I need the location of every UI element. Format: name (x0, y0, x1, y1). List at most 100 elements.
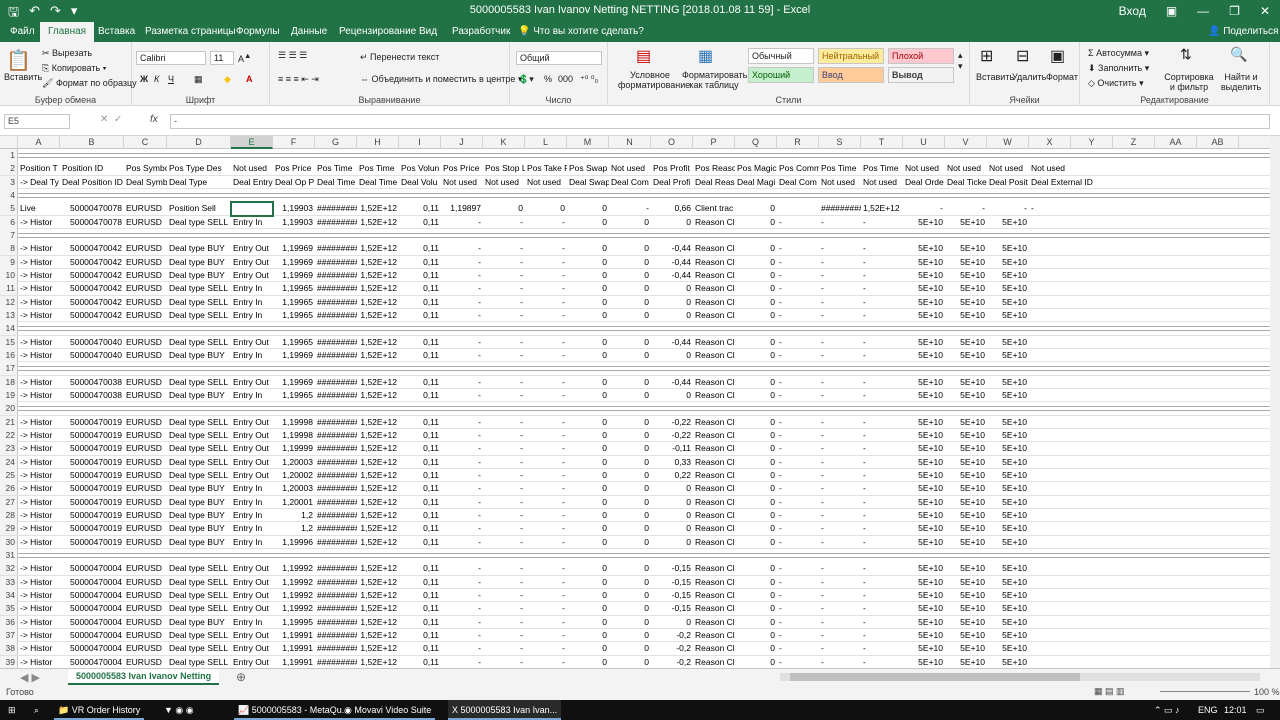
cell[interactable] (1155, 642, 1197, 655)
cell[interactable]: 1,52E+12 (357, 376, 399, 389)
cell[interactable] (1197, 282, 1239, 295)
zoom-level[interactable]: 100 % (1254, 687, 1280, 697)
cell[interactable]: 0 (651, 509, 693, 522)
cell[interactable]: 5E+10 (987, 469, 1029, 482)
conditional-format-button[interactable]: Условное форматирование (618, 70, 690, 90)
share-button[interactable]: 👤 Поделиться (1208, 26, 1278, 37)
cell[interactable]: Pos Type Des (167, 162, 231, 175)
cell[interactable]: Entry In (231, 282, 273, 295)
cell[interactable] (1155, 629, 1197, 642)
cell[interactable]: 5E+10 (945, 616, 987, 629)
cell[interactable]: 1,19998 (273, 416, 315, 429)
cell[interactable]: -0,44 (651, 269, 693, 282)
cell[interactable]: 0 (735, 269, 777, 282)
cell[interactable] (1197, 242, 1239, 255)
copy-button[interactable]: ⎘ Копировать ▾ (42, 63, 106, 74)
cell[interactable]: - (777, 469, 819, 482)
cell[interactable]: 5E+10 (987, 576, 1029, 589)
cell[interactable]: 0 (735, 429, 777, 442)
cell[interactable] (1071, 536, 1113, 549)
vertical-scrollbar[interactable] (1270, 136, 1280, 668)
cell[interactable]: 1,52E+12 (357, 296, 399, 309)
cell[interactable]: 5E+10 (903, 629, 945, 642)
cell[interactable]: 0 (567, 442, 609, 455)
cell[interactable]: ######### (315, 296, 357, 309)
cell[interactable] (1071, 576, 1113, 589)
cell[interactable] (1197, 442, 1239, 455)
cell[interactable]: 5E+10 (945, 282, 987, 295)
cell[interactable]: Not used (819, 176, 861, 189)
cell[interactable]: 5E+10 (945, 336, 987, 349)
tray-icons[interactable]: ⌃ ▭ ♪ (1150, 700, 1184, 720)
cell[interactable] (1113, 482, 1155, 495)
cell[interactable] (1113, 376, 1155, 389)
row-header[interactable]: 25 (0, 468, 18, 482)
cell[interactable]: 0 (483, 202, 525, 215)
cell[interactable]: Entry Out (231, 642, 273, 655)
row-header[interactable]: 8 (0, 242, 18, 256)
row-header[interactable]: 24 (0, 455, 18, 469)
cell[interactable]: EURUSD (124, 389, 167, 402)
cell[interactable]: Reason Cl (693, 629, 735, 642)
cell[interactable]: - (861, 296, 903, 309)
cell[interactable]: 5E+10 (987, 562, 1029, 575)
row-header[interactable]: 36 (0, 615, 18, 629)
cell[interactable]: - (441, 536, 483, 549)
cell[interactable]: 50000470040 (60, 349, 124, 362)
cell[interactable]: Entry Out (231, 336, 273, 349)
column-header[interactable]: A (18, 136, 60, 149)
cell[interactable]: 1,52E+12 (357, 416, 399, 429)
cell[interactable]: Reason Cl (693, 269, 735, 282)
cell[interactable]: - (819, 642, 861, 655)
cell[interactable]: -0,2 (651, 642, 693, 655)
cell[interactable]: 50000470019 (60, 509, 124, 522)
cell[interactable]: - (819, 482, 861, 495)
cell[interactable]: Pos Swap (567, 162, 609, 175)
cell[interactable]: 0 (567, 589, 609, 602)
taskbar-app-metaquotes[interactable]: 📈 5000005583 - MetaQu... (234, 700, 354, 720)
cell[interactable]: - (819, 389, 861, 402)
cell[interactable]: 50000470042 (60, 296, 124, 309)
cell[interactable] (1155, 482, 1197, 495)
taskbar-app-excel[interactable]: X 5000005583 Ivan Ivan... (448, 700, 562, 720)
cell[interactable]: ######### (315, 309, 357, 322)
cell[interactable]: 0 (735, 616, 777, 629)
cell[interactable]: 1,2 (273, 522, 315, 535)
column-header[interactable]: C (124, 136, 167, 149)
cell[interactable]: - (441, 629, 483, 642)
cell[interactable]: ######### (315, 442, 357, 455)
cell[interactable]: Reason Cl (693, 442, 735, 455)
cell[interactable]: Deal type SELL (167, 629, 231, 642)
cell[interactable]: 1,52E+12 (357, 642, 399, 655)
insert-cells-icon[interactable]: ⊞ (980, 46, 993, 66)
cell[interactable]: Deal type BUY (167, 616, 231, 629)
cell[interactable]: -> Histor (18, 522, 60, 535)
cell[interactable]: 5E+10 (903, 442, 945, 455)
cell[interactable]: Deal type SELL (167, 429, 231, 442)
cell[interactable]: Deal Type (167, 176, 231, 189)
cell[interactable]: - (777, 482, 819, 495)
cell[interactable]: -> Histor (18, 562, 60, 575)
cell[interactable]: - (483, 376, 525, 389)
cell[interactable] (1197, 602, 1239, 615)
cell[interactable]: Reason Cl (693, 242, 735, 255)
cell[interactable]: EURUSD (124, 242, 167, 255)
cell[interactable]: 1,19965 (273, 309, 315, 322)
column-header[interactable]: T (861, 136, 903, 149)
cell[interactable]: EURUSD (124, 442, 167, 455)
cell[interactable]: 0 (609, 496, 651, 509)
cell[interactable]: 5E+10 (987, 656, 1029, 668)
cell[interactable]: 0 (735, 629, 777, 642)
cell[interactable]: - (441, 269, 483, 282)
cell[interactable]: Deal Op P (273, 176, 315, 189)
cell[interactable]: 5E+10 (903, 349, 945, 362)
cell[interactable]: -> Histor (18, 456, 60, 469)
cell[interactable] (1071, 282, 1113, 295)
row-header[interactable]: 21 (0, 415, 18, 429)
cell[interactable]: - (441, 349, 483, 362)
cell[interactable]: -> Histor (18, 429, 60, 442)
cell[interactable] (1113, 589, 1155, 602)
cell[interactable]: 0,11 (399, 629, 441, 642)
cell[interactable]: ######### (315, 202, 357, 215)
cell[interactable]: 50000470019 (60, 442, 124, 455)
